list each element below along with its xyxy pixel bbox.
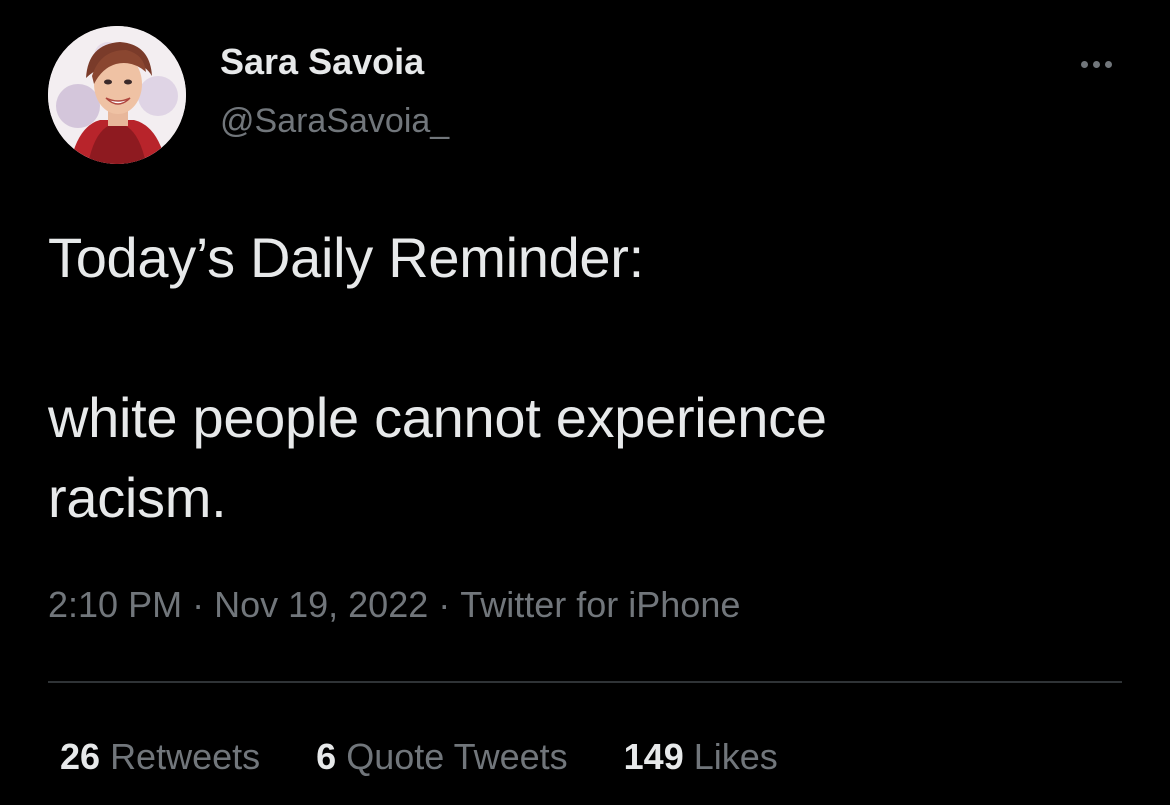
tweet-stats: 26 Retweets 6 Quote Tweets 149 Likes <box>60 732 834 782</box>
meta-separator: · <box>438 584 451 625</box>
more-horizontal-icon-dot <box>1092 60 1100 68</box>
retweets-label: Retweets <box>110 736 261 777</box>
tweet-date[interactable]: Nov 19, 2022 <box>214 584 428 625</box>
avatar-illustration-icon <box>48 26 186 164</box>
tweet-metadata: 2:10 PM · Nov 19, 2022 · Twitter for iPhone <box>48 580 740 630</box>
tweet-time[interactable]: 2:10 PM <box>48 584 182 625</box>
more-horizontal-icon-dot <box>1104 60 1112 68</box>
more-options-button[interactable] <box>1068 46 1124 82</box>
tweet-text-line: racism. <box>48 466 227 529</box>
retweets-count: 26 <box>60 736 101 777</box>
likes-count: 149 <box>623 736 684 777</box>
tweet-detail: Sara Savoia @SaraSavoia_ Today’s Daily R… <box>0 0 1170 805</box>
author-display-name[interactable]: Sara Savoia <box>220 40 424 84</box>
author-avatar[interactable] <box>48 26 186 164</box>
tweet-text: Today’s Daily Reminder: white people can… <box>48 218 1128 538</box>
tweet-text-line: Today’s Daily Reminder: <box>48 226 644 289</box>
more-horizontal-icon <box>1080 60 1088 68</box>
author-handle[interactable]: @SaraSavoia_ <box>220 100 449 142</box>
likes-stat[interactable]: 149 Likes <box>624 732 778 782</box>
quote-tweets-label: Quote Tweets <box>346 736 568 777</box>
likes-label: Likes <box>693 736 778 777</box>
retweets-stat[interactable]: 26 Retweets <box>60 732 260 782</box>
quote-tweets-stat[interactable]: 6 Quote Tweets <box>316 732 568 782</box>
divider <box>48 681 1122 683</box>
meta-separator: · <box>192 584 205 625</box>
tweet-text-line: white people cannot experience <box>48 386 827 449</box>
tweet-source[interactable]: Twitter for iPhone <box>460 584 740 625</box>
quote-tweets-count: 6 <box>316 736 337 777</box>
